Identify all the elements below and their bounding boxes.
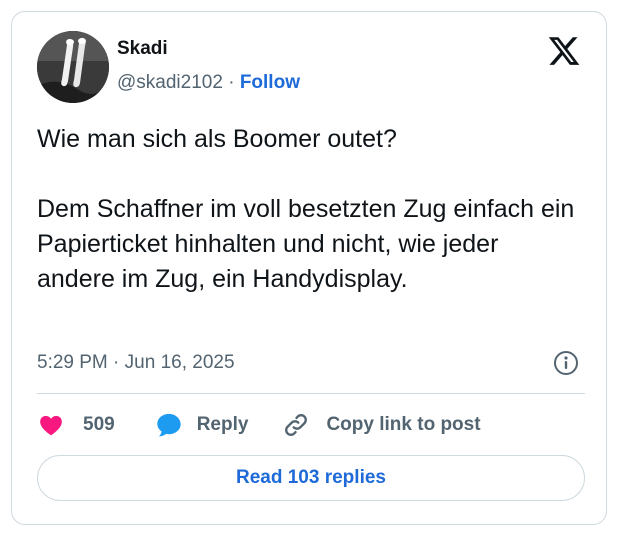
link-icon bbox=[285, 414, 308, 436]
copy-link-button[interactable]: Copy link to post bbox=[282, 411, 481, 439]
reply-bubble-icon bbox=[157, 413, 181, 437]
copy-link-label: Copy link to post bbox=[326, 414, 481, 435]
post-timestamp[interactable]: 5:29 PM · Jun 16, 2025 bbox=[37, 352, 235, 374]
info-icon[interactable] bbox=[553, 350, 579, 376]
time-separator: · bbox=[113, 352, 120, 373]
heart-icon bbox=[40, 415, 62, 436]
divider bbox=[37, 393, 585, 394]
post-text: Wie man sich als Boomer outet? Dem Schaf… bbox=[37, 125, 575, 293]
action-bar: 509 Reply Copy link to post bbox=[37, 410, 481, 440]
author-name[interactable]: Skadi bbox=[117, 38, 168, 60]
post-time: 5:29 PM bbox=[37, 352, 108, 373]
reply-label: Reply bbox=[196, 414, 249, 435]
handle-separator: · bbox=[228, 72, 235, 93]
like-button[interactable]: 509 bbox=[37, 412, 115, 438]
reply-button[interactable]: Reply bbox=[155, 411, 249, 439]
post-card: Skadi @skadi2102 · Follow Wie man sich a… bbox=[11, 11, 607, 525]
avatar-image bbox=[37, 31, 109, 103]
read-replies-button[interactable]: Read 103 replies bbox=[37, 455, 585, 501]
like-count: 509 bbox=[83, 414, 115, 435]
avatar[interactable] bbox=[37, 31, 109, 103]
author-handle-row: @skadi2102 · Follow bbox=[117, 72, 300, 94]
follow-button[interactable]: Follow bbox=[240, 72, 300, 93]
x-logo-icon[interactable] bbox=[547, 34, 581, 68]
author-handle[interactable]: @skadi2102 bbox=[117, 72, 223, 93]
post-date: Jun 16, 2025 bbox=[124, 352, 235, 373]
